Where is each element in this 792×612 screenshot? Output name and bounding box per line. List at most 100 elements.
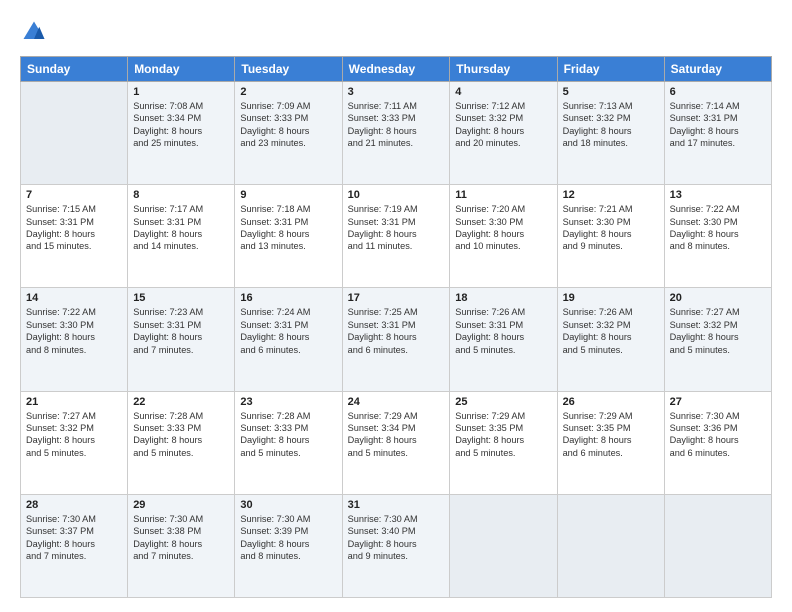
calendar-cell: 1 Sunrise: 7:08 AMSunset: 3:34 PMDaylight… bbox=[128, 82, 235, 185]
cell-content: Sunrise: 7:08 AMSunset: 3:34 PMDaylight:… bbox=[133, 100, 229, 150]
cell-content: Sunrise: 7:28 AMSunset: 3:33 PMDaylight:… bbox=[133, 410, 229, 460]
cell-content: Sunrise: 7:24 AMSunset: 3:31 PMDaylight:… bbox=[240, 306, 336, 356]
calendar-day-header: Saturday bbox=[664, 57, 771, 82]
day-number: 5 bbox=[563, 86, 659, 98]
calendar-cell: 19 Sunrise: 7:26 AMSunset: 3:32 PMDayligh… bbox=[557, 288, 664, 391]
day-number: 23 bbox=[240, 396, 336, 408]
calendar-day-header: Monday bbox=[128, 57, 235, 82]
calendar-week-row: 7 Sunrise: 7:15 AMSunset: 3:31 PMDaylight… bbox=[21, 185, 772, 288]
day-number: 31 bbox=[348, 499, 445, 511]
calendar-cell: 27 Sunrise: 7:30 AMSunset: 3:36 PMDayligh… bbox=[664, 391, 771, 494]
day-number: 12 bbox=[563, 189, 659, 201]
calendar-day-header: Thursday bbox=[450, 57, 557, 82]
cell-content: Sunrise: 7:26 AMSunset: 3:31 PMDaylight:… bbox=[455, 306, 551, 356]
day-number: 21 bbox=[26, 396, 122, 408]
calendar-cell: 18 Sunrise: 7:26 AMSunset: 3:31 PMDayligh… bbox=[450, 288, 557, 391]
cell-content: Sunrise: 7:25 AMSunset: 3:31 PMDaylight:… bbox=[348, 306, 445, 356]
calendar-cell: 20Sunrise: 7:27 AMSunset: 3:32 PMDayligh… bbox=[664, 288, 771, 391]
calendar-day-header: Tuesday bbox=[235, 57, 342, 82]
day-number: 6 bbox=[670, 86, 766, 98]
day-number: 22 bbox=[133, 396, 229, 408]
page: SundayMondayTuesdayWednesdayThursdayFrid… bbox=[0, 0, 792, 612]
calendar-cell: 24 Sunrise: 7:29 AMSunset: 3:34 PMDayligh… bbox=[342, 391, 450, 494]
cell-content: Sunrise: 7:22 AMSunset: 3:30 PMDaylight:… bbox=[26, 306, 122, 356]
calendar-cell: 13 Sunrise: 7:22 AMSunset: 3:30 PMDayligh… bbox=[664, 185, 771, 288]
calendar-day-header: Sunday bbox=[21, 57, 128, 82]
cell-content: Sunrise: 7:18 AMSunset: 3:31 PMDaylight:… bbox=[240, 203, 336, 253]
calendar-header-row: SundayMondayTuesdayWednesdayThursdayFrid… bbox=[21, 57, 772, 82]
day-number: 26 bbox=[563, 396, 659, 408]
calendar-cell: 25Sunrise: 7:29 AMSunset: 3:35 PMDayligh… bbox=[450, 391, 557, 494]
calendar-cell bbox=[664, 494, 771, 597]
day-number: 13 bbox=[670, 189, 766, 201]
calendar-cell: 3Sunrise: 7:11 AMSunset: 3:33 PMDaylight… bbox=[342, 82, 450, 185]
cell-content: Sunrise: 7:12 AMSunset: 3:32 PMDaylight:… bbox=[455, 100, 551, 150]
calendar-cell: 14 Sunrise: 7:22 AMSunset: 3:30 PMDayligh… bbox=[21, 288, 128, 391]
cell-content: Sunrise: 7:15 AMSunset: 3:31 PMDaylight:… bbox=[26, 203, 122, 253]
day-number: 27 bbox=[670, 396, 766, 408]
day-number: 8 bbox=[133, 189, 229, 201]
calendar-week-row: 21Sunrise: 7:27 AMSunset: 3:32 PMDayligh… bbox=[21, 391, 772, 494]
cell-content: Sunrise: 7:27 AMSunset: 3:32 PMDaylight:… bbox=[670, 306, 766, 356]
cell-content: Sunrise: 7:28 AMSunset: 3:33 PMDaylight:… bbox=[240, 410, 336, 460]
day-number: 1 bbox=[133, 86, 229, 98]
calendar-cell bbox=[557, 494, 664, 597]
calendar-day-header: Wednesday bbox=[342, 57, 450, 82]
calendar-cell: 7 Sunrise: 7:15 AMSunset: 3:31 PMDaylight… bbox=[21, 185, 128, 288]
calendar-cell: 5 Sunrise: 7:13 AMSunset: 3:32 PMDaylight… bbox=[557, 82, 664, 185]
cell-content: Sunrise: 7:30 AMSunset: 3:36 PMDaylight:… bbox=[670, 410, 766, 460]
cell-content: Sunrise: 7:13 AMSunset: 3:32 PMDaylight:… bbox=[563, 100, 659, 150]
calendar-cell: 17 Sunrise: 7:25 AMSunset: 3:31 PMDayligh… bbox=[342, 288, 450, 391]
day-number: 15 bbox=[133, 292, 229, 304]
day-number: 29 bbox=[133, 499, 229, 511]
calendar-week-row: 14 Sunrise: 7:22 AMSunset: 3:30 PMDayligh… bbox=[21, 288, 772, 391]
calendar-cell: 21Sunrise: 7:27 AMSunset: 3:32 PMDayligh… bbox=[21, 391, 128, 494]
calendar-cell: 10Sunrise: 7:19 AMSunset: 3:31 PMDayligh… bbox=[342, 185, 450, 288]
calendar-table: SundayMondayTuesdayWednesdayThursdayFrid… bbox=[20, 56, 772, 598]
cell-content: Sunrise: 7:11 AMSunset: 3:33 PMDaylight:… bbox=[348, 100, 445, 150]
day-number: 17 bbox=[348, 292, 445, 304]
calendar-cell: 26 Sunrise: 7:29 AMSunset: 3:35 PMDayligh… bbox=[557, 391, 664, 494]
cell-content: Sunrise: 7:14 AMSunset: 3:31 PMDaylight:… bbox=[670, 100, 766, 150]
calendar-week-row: 1 Sunrise: 7:08 AMSunset: 3:34 PMDaylight… bbox=[21, 82, 772, 185]
cell-content: Sunrise: 7:30 AMSunset: 3:37 PMDaylight:… bbox=[26, 513, 122, 563]
cell-content: Sunrise: 7:29 AMSunset: 3:35 PMDaylight:… bbox=[455, 410, 551, 460]
day-number: 24 bbox=[348, 396, 445, 408]
cell-content: Sunrise: 7:21 AMSunset: 3:30 PMDaylight:… bbox=[563, 203, 659, 253]
day-number: 18 bbox=[455, 292, 551, 304]
cell-content: Sunrise: 7:29 AMSunset: 3:35 PMDaylight:… bbox=[563, 410, 659, 460]
logo bbox=[20, 18, 52, 46]
calendar-cell: 23 Sunrise: 7:28 AMSunset: 3:33 PMDayligh… bbox=[235, 391, 342, 494]
calendar-week-row: 28 Sunrise: 7:30 AMSunset: 3:37 PMDayligh… bbox=[21, 494, 772, 597]
cell-content: Sunrise: 7:30 AMSunset: 3:39 PMDaylight:… bbox=[240, 513, 336, 563]
calendar-cell: 28 Sunrise: 7:30 AMSunset: 3:37 PMDayligh… bbox=[21, 494, 128, 597]
calendar-cell bbox=[21, 82, 128, 185]
cell-content: Sunrise: 7:09 AMSunset: 3:33 PMDaylight:… bbox=[240, 100, 336, 150]
cell-content: Sunrise: 7:22 AMSunset: 3:30 PMDaylight:… bbox=[670, 203, 766, 253]
calendar-cell bbox=[450, 494, 557, 597]
cell-content: Sunrise: 7:30 AMSunset: 3:40 PMDaylight:… bbox=[348, 513, 445, 563]
day-number: 19 bbox=[563, 292, 659, 304]
calendar-cell: 4 Sunrise: 7:12 AMSunset: 3:32 PMDaylight… bbox=[450, 82, 557, 185]
day-number: 28 bbox=[26, 499, 122, 511]
day-number: 2 bbox=[240, 86, 336, 98]
day-number: 9 bbox=[240, 189, 336, 201]
calendar-cell: 6 Sunrise: 7:14 AMSunset: 3:31 PMDaylight… bbox=[664, 82, 771, 185]
cell-content: Sunrise: 7:17 AMSunset: 3:31 PMDaylight:… bbox=[133, 203, 229, 253]
calendar-cell: 29Sunrise: 7:30 AMSunset: 3:38 PMDayligh… bbox=[128, 494, 235, 597]
calendar-cell: 8 Sunrise: 7:17 AMSunset: 3:31 PMDaylight… bbox=[128, 185, 235, 288]
day-number: 11 bbox=[455, 189, 551, 201]
logo-icon bbox=[20, 18, 48, 46]
cell-content: Sunrise: 7:29 AMSunset: 3:34 PMDaylight:… bbox=[348, 410, 445, 460]
cell-content: Sunrise: 7:26 AMSunset: 3:32 PMDaylight:… bbox=[563, 306, 659, 356]
calendar-cell: 30Sunrise: 7:30 AMSunset: 3:39 PMDayligh… bbox=[235, 494, 342, 597]
day-number: 4 bbox=[455, 86, 551, 98]
cell-content: Sunrise: 7:20 AMSunset: 3:30 PMDaylight:… bbox=[455, 203, 551, 253]
day-number: 16 bbox=[240, 292, 336, 304]
day-number: 10 bbox=[348, 189, 445, 201]
calendar-cell: 12 Sunrise: 7:21 AMSunset: 3:30 PMDayligh… bbox=[557, 185, 664, 288]
calendar-cell: 16 Sunrise: 7:24 AMSunset: 3:31 PMDayligh… bbox=[235, 288, 342, 391]
day-number: 7 bbox=[26, 189, 122, 201]
header bbox=[20, 18, 772, 46]
day-number: 14 bbox=[26, 292, 122, 304]
